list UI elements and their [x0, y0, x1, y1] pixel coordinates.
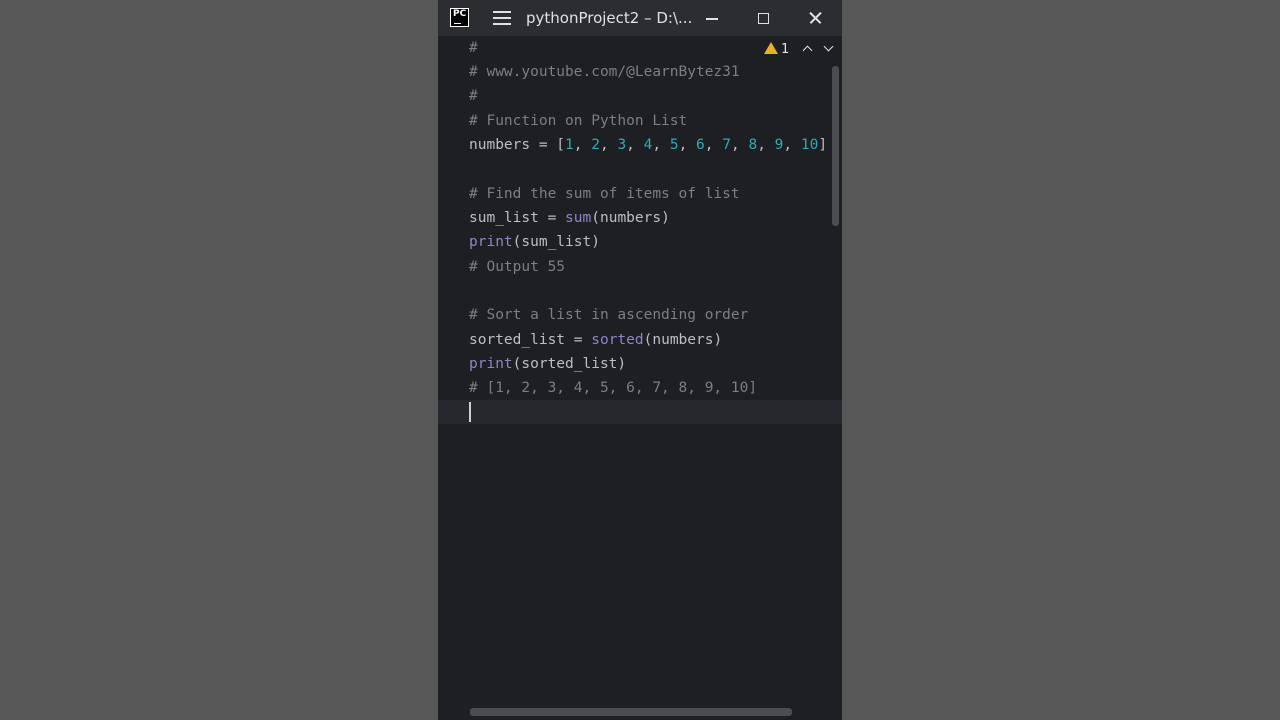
code-line-8[interactable]: sum_list = sum(numbers): [469, 206, 670, 230]
close-bracket: ]: [818, 137, 828, 153]
code-line-3[interactable]: #: [469, 84, 478, 108]
variable-numbers: numbers: [469, 137, 531, 153]
list-separator: ,: [704, 137, 723, 153]
code-line-14[interactable]: print(sorted_list): [469, 352, 626, 376]
list-number-8: 8: [748, 137, 758, 153]
builtin-print: print: [469, 234, 513, 250]
call-args: (sorted_list): [512, 356, 627, 372]
code-line-10[interactable]: # Output 55: [469, 255, 565, 279]
code-line-2[interactable]: # www.youtube.com/@LearnBytez31: [469, 60, 740, 84]
code-editor[interactable]: # # www.youtube.com/@LearnBytez31 # # Fu…: [438, 36, 842, 720]
builtin-sum: sum: [565, 210, 592, 226]
list-number-5: 5: [669, 137, 679, 153]
list-number-10: 10: [800, 137, 819, 153]
code-line-13[interactable]: sorted_list = sorted(numbers): [469, 328, 722, 352]
code-line-1[interactable]: #: [469, 36, 478, 60]
maximize-button[interactable]: [751, 6, 775, 30]
chevron-down-icon[interactable]: [823, 41, 834, 52]
assign-operator: =: [565, 332, 592, 348]
call-args: (numbers): [643, 332, 723, 348]
list-number-1: 1: [565, 137, 574, 153]
list-separator: ,: [626, 137, 644, 153]
list-separator: ,: [730, 137, 749, 153]
window-title: pythonProject2 – D:\...: [526, 9, 693, 27]
chevron-up-icon[interactable]: [802, 45, 813, 56]
list-literal-items: 1, 2, 3, 4, 5, 6, 7, 8, 9, 10: [565, 137, 818, 153]
list-number-3: 3: [617, 137, 627, 153]
code-line-4[interactable]: # Function on Python List: [469, 109, 687, 133]
text-caret: [469, 402, 471, 422]
code-line-7[interactable]: # Find the sum of items of list: [469, 182, 740, 206]
list-separator: ,: [678, 137, 697, 153]
list-separator: ,: [757, 137, 775, 153]
list-number-7: 7: [722, 137, 731, 153]
list-separator: ,: [652, 137, 670, 153]
warning-icon[interactable]: [764, 42, 778, 54]
code-line-5[interactable]: numbers = [1, 2, 3, 4, 5, 6, 7, 8, 9, 10…: [469, 133, 827, 157]
list-number-6: 6: [696, 137, 705, 153]
builtin-sorted: sorted: [591, 332, 644, 348]
code-line-9[interactable]: print(sum_list): [469, 230, 600, 254]
assign-open-bracket: = [: [530, 137, 566, 153]
call-args: (numbers): [591, 210, 670, 226]
list-number-2: 2: [591, 137, 600, 153]
ide-window: PC pythonProject2 – D:\... # # www.youtu…: [438, 0, 842, 720]
code-line-15[interactable]: # [1, 2, 3, 4, 5, 6, 7, 8, 9, 10]: [469, 376, 757, 400]
variable-sum-list: sum_list: [469, 210, 539, 226]
code-line-12[interactable]: # Sort a list in ascending order: [469, 303, 748, 327]
inspection-widget[interactable]: 1: [764, 40, 839, 60]
warning-count[interactable]: 1: [781, 42, 789, 57]
vertical-scrollbar[interactable]: [832, 66, 839, 226]
minimize-button[interactable]: [700, 6, 724, 30]
assign-operator: =: [538, 210, 566, 226]
list-separator: ,: [573, 137, 592, 153]
title-bar: PC pythonProject2 – D:\...: [438, 0, 842, 36]
horizontal-scrollbar[interactable]: [470, 708, 792, 716]
pycharm-logo-icon: PC: [450, 8, 469, 27]
backdrop-left: [0, 0, 438, 720]
variable-sorted-list: sorted_list: [469, 332, 566, 348]
call-args: (sum_list): [512, 234, 600, 250]
close-button[interactable]: [804, 6, 828, 30]
main-menu-hamburger-icon[interactable]: [493, 11, 511, 25]
list-separator: ,: [599, 137, 618, 153]
builtin-print: print: [469, 356, 513, 372]
backdrop-right: [842, 0, 1280, 720]
current-line-highlight: [438, 400, 842, 424]
list-separator: ,: [783, 137, 801, 153]
